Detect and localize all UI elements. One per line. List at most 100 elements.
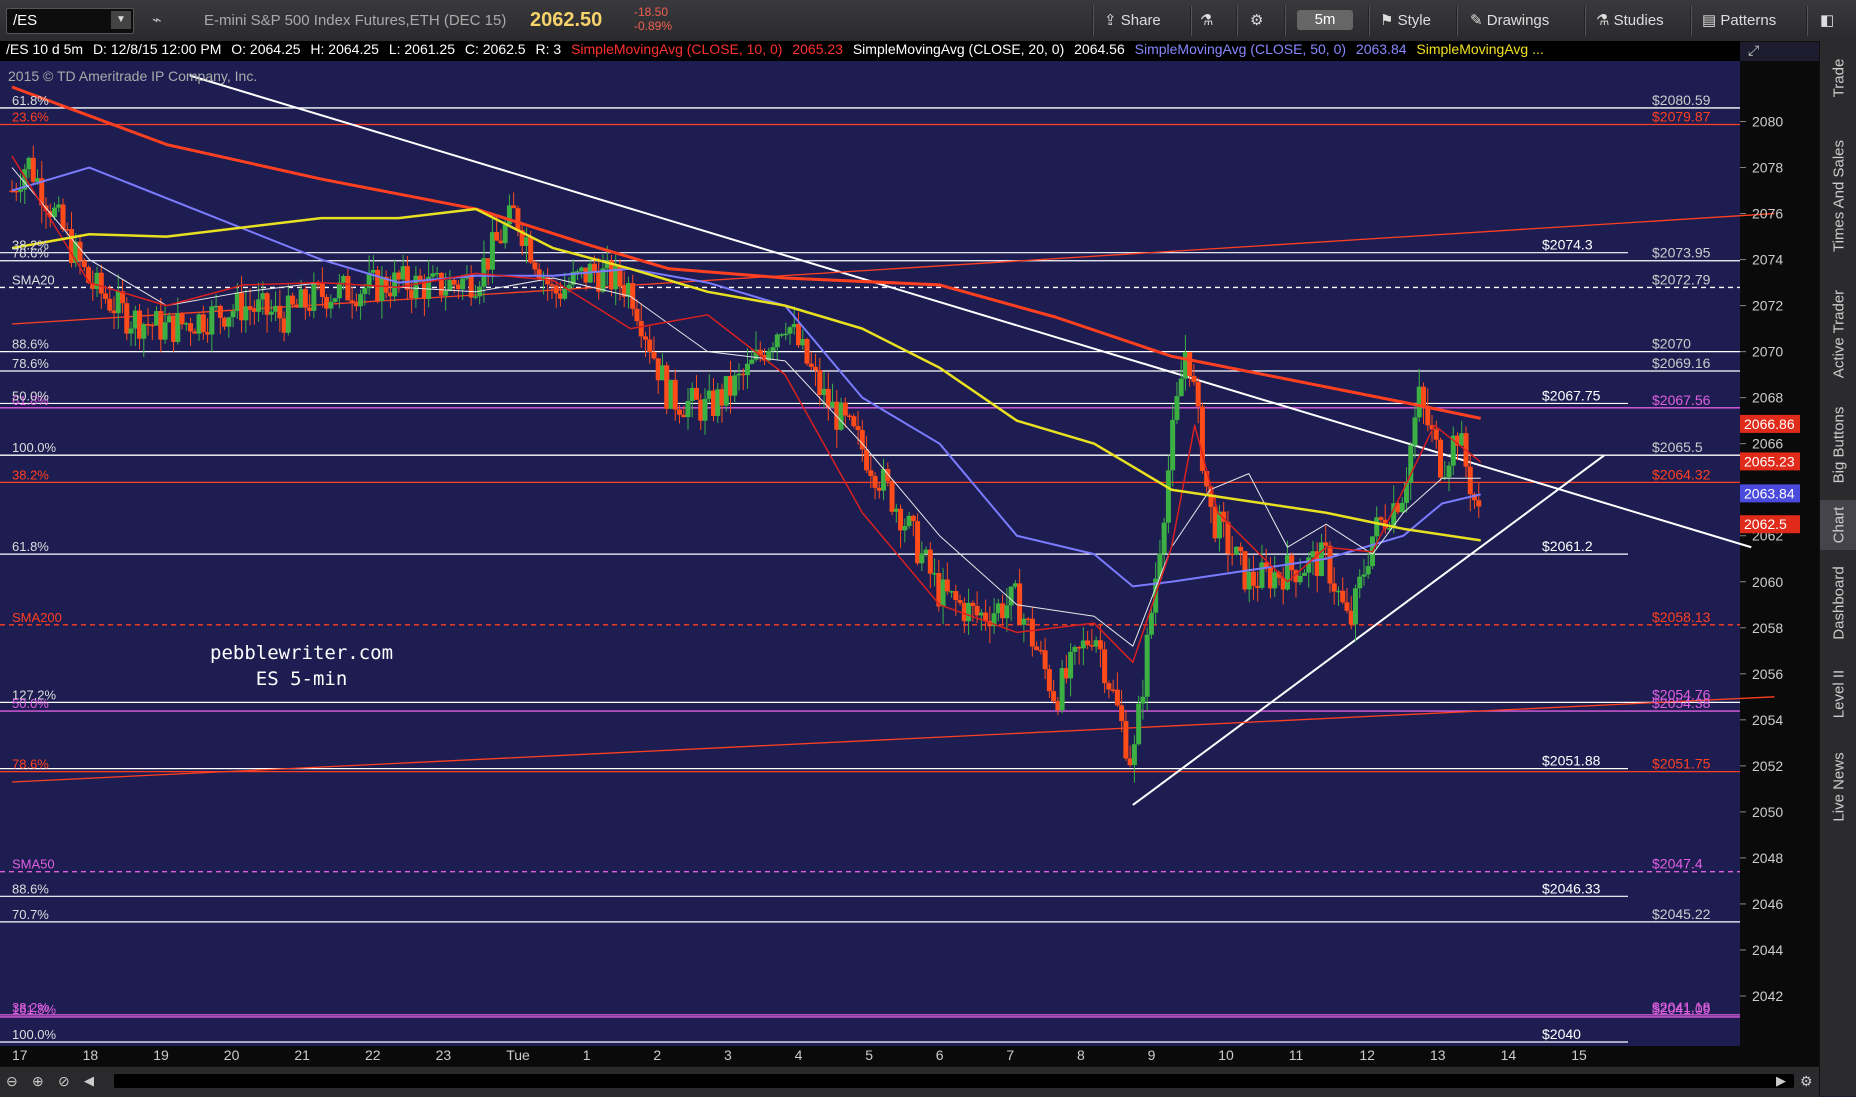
scroll-right-icon[interactable]: ▶	[1776, 1073, 1786, 1089]
timeframe-selector[interactable]: 5m	[1297, 10, 1353, 30]
candle-body	[957, 599, 963, 603]
gear-icon[interactable]: ⚙	[1250, 11, 1263, 29]
level-right-label: $2080.59	[1652, 92, 1711, 108]
candle-body	[651, 352, 657, 359]
link-icon[interactable]: ⌁	[152, 10, 162, 30]
last-price: 2062.50	[530, 9, 603, 31]
sma50-label[interactable]: SimpleMovingAvg (CLOSE, 50, 0)	[1135, 41, 1346, 57]
candle-body	[672, 379, 678, 410]
trend-line	[1132, 454, 1605, 806]
candle-body	[655, 358, 661, 381]
sma10-value: 2065.23	[792, 41, 843, 57]
candle-body	[145, 324, 151, 326]
level-left-label: 100.0%	[12, 1027, 57, 1042]
candle-body	[132, 310, 138, 329]
candle-body	[659, 365, 665, 381]
candle-body	[647, 339, 653, 353]
candle-body	[787, 327, 793, 334]
panel-tab-times-and-sales[interactable]: Times And Sales	[1820, 121, 1856, 271]
studies-icon: ⚗	[1596, 12, 1610, 29]
symbol-selector[interactable]: /ES ▼	[6, 8, 134, 34]
candle-body	[234, 292, 240, 312]
candle-body	[740, 373, 746, 376]
info-date: D: 12/8/15 12:00 PM	[92, 41, 222, 57]
candle-body	[796, 323, 802, 346]
candle-body	[149, 324, 155, 327]
candle-body	[472, 296, 478, 298]
candle-body	[285, 295, 291, 333]
candle-body	[413, 275, 419, 299]
y-tick-label: 2046	[1752, 896, 1783, 912]
patterns-button[interactable]: ▤ Patterns	[1702, 11, 1776, 29]
candle-body	[625, 283, 631, 297]
candle-body	[1170, 419, 1176, 471]
flask-icon[interactable]: ⚗	[1200, 11, 1213, 29]
candle-body	[1127, 758, 1133, 766]
level-right-label: $2054.38	[1652, 695, 1711, 711]
candle-body	[1323, 542, 1329, 546]
candle-body	[1055, 700, 1061, 711]
panel-tab-trade[interactable]: Trade	[1820, 43, 1856, 113]
candle-body	[774, 334, 780, 348]
candle-body	[872, 475, 878, 488]
level-left-label: 78.6%	[12, 757, 49, 772]
x-tick-label: 17	[12, 1047, 28, 1063]
level-right-label: $2070	[1652, 336, 1691, 352]
candle-body	[770, 347, 776, 351]
x-tick-label: Tue	[506, 1047, 530, 1063]
chevron-down-icon[interactable]: ▼	[111, 11, 131, 29]
studies-button[interactable]: ⚗ Studies	[1596, 11, 1664, 29]
drawings-button[interactable]: ✎ Drawings	[1470, 11, 1549, 29]
candle-body	[1352, 588, 1358, 625]
expand-icon[interactable]: ⤢	[1748, 42, 1759, 59]
panel-tab-chart[interactable]: Chart	[1820, 500, 1856, 550]
candle-body	[307, 307, 313, 311]
sma10-label[interactable]: SimpleMovingAvg (CLOSE, 10, 0)	[571, 41, 782, 57]
x-tick-label: 12	[1359, 1047, 1375, 1063]
candle-body	[124, 303, 130, 334]
candle-body	[1008, 586, 1014, 606]
y-tick-label: 2066	[1752, 436, 1783, 452]
scroll-thumb[interactable]	[1624, 1076, 1640, 1086]
candle-body	[523, 237, 529, 246]
zoom-reset-icon[interactable]: ⊘	[58, 1073, 70, 1090]
panel-tab-label: Chart	[1830, 506, 1847, 544]
panel-tab-big-buttons[interactable]: Big Buttons	[1820, 397, 1856, 492]
collapse-icon[interactable]: ◧	[1820, 11, 1834, 29]
sma20-label[interactable]: SimpleMovingAvg (CLOSE, 20, 0)	[853, 41, 1064, 57]
candle-body	[642, 336, 648, 340]
panel-tab-level-ii[interactable]: Level II	[1820, 656, 1856, 731]
candle-body	[842, 402, 848, 416]
panel-tab-active-trader[interactable]: Active Trader	[1820, 279, 1856, 389]
zoom-in-icon[interactable]: ⊕	[32, 1073, 44, 1090]
candle-body	[1097, 640, 1103, 650]
candle-body	[630, 283, 636, 309]
panel-tab-live-news[interactable]: Live News	[1820, 739, 1856, 834]
x-tick-label: 7	[1006, 1047, 1014, 1063]
candle-body	[260, 293, 266, 300]
panel-tab-dashboard[interactable]: Dashboard	[1820, 558, 1856, 648]
candle-body	[940, 579, 946, 607]
candle-body	[1140, 696, 1146, 704]
share-button[interactable]: ⇪ Share	[1104, 11, 1161, 29]
scroll-track[interactable]	[114, 1074, 1794, 1088]
sma200-label[interactable]: SimpleMovingAvg ...	[1416, 41, 1543, 57]
style-button[interactable]: ⚑ Style	[1380, 11, 1431, 29]
candle-body	[898, 508, 904, 531]
level-left-label: 161.8%	[12, 1002, 57, 1017]
candle-body	[498, 240, 504, 244]
candle-body	[1004, 605, 1010, 619]
candle-body	[583, 267, 589, 283]
candle-body	[294, 304, 300, 308]
candle-body	[273, 305, 279, 312]
candle-body	[451, 279, 457, 285]
candle-body	[808, 363, 814, 367]
level-left-label: SMA200	[12, 610, 62, 625]
candle-body	[698, 399, 704, 421]
candle-body	[192, 331, 198, 334]
settings-small-icon[interactable]: ⚙	[1800, 1073, 1813, 1090]
zoom-out-icon[interactable]: ⊖	[6, 1073, 18, 1090]
scroll-left-icon[interactable]: ◀	[84, 1073, 94, 1089]
price-chart[interactable]: 61.8% $2080.59 23.6% $2079.87 78.6% $2073.95 S…	[0, 61, 1819, 1066]
candle-body	[868, 470, 874, 476]
